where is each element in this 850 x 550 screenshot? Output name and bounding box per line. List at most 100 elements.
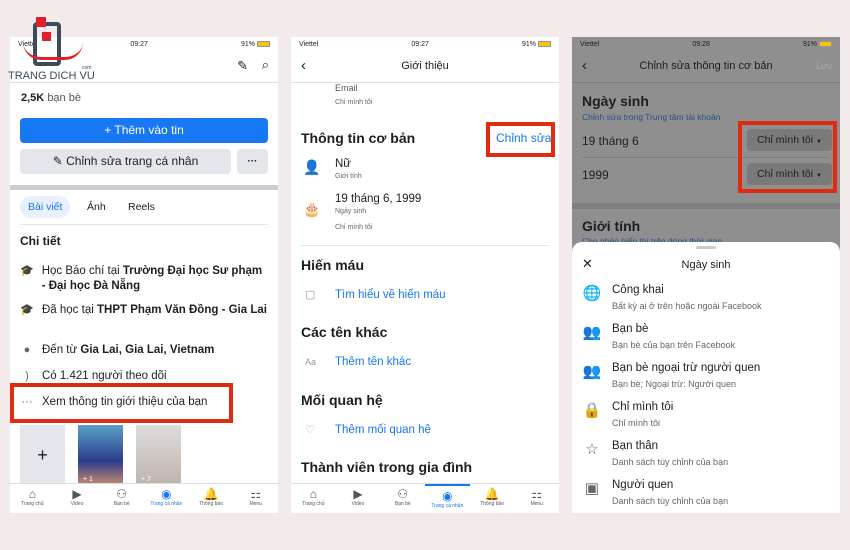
option-close-friends[interactable]: ☆ Bạn thân Danh sách tùy chỉnh của bạn (582, 440, 830, 470)
add-to-story-button[interactable]: + Thêm vào tin (20, 118, 268, 143)
text-aa-icon: Aa (305, 357, 317, 367)
globe-icon: 🌐 (582, 285, 602, 302)
video-icon: ▶ (353, 487, 363, 501)
birthday-cake-icon: 🎂 (303, 201, 321, 217)
pencil-icon[interactable]: ✎ (237, 58, 248, 74)
home-icon: ⌂ (28, 487, 36, 501)
save-button[interactable]: Lưu (816, 61, 832, 71)
panel3-status-time: 09:28 (692, 40, 710, 48)
battery-icon (818, 40, 832, 47)
graduation-cap-icon: 🎓 (20, 265, 34, 277)
element: 2,5K bạn bè (21, 92, 81, 104)
panel3-options-3-desc: Chỉ mình tôi (612, 418, 661, 428)
birthday-title: Ngày sinh (582, 93, 649, 109)
logo-suffix: com (82, 65, 92, 71)
create-story-button[interactable]: + (20, 425, 65, 485)
panel2-nav-5: Menu (530, 501, 543, 507)
relationship-title: Mối quan hệ (301, 392, 383, 408)
panel3-options-0-desc: Bất kỳ ai ở trên hoặc ngoài Facebook (612, 301, 762, 311)
element: Học Báo chí tại Trường Đại học Sư phạm -… (42, 264, 268, 294)
profile-icon: ◉ (161, 487, 172, 501)
panel2-nav-0: Trang chủ (302, 501, 325, 507)
friends-label: bạn bè (47, 92, 81, 104)
story-thumbnail[interactable]: + 7 (136, 425, 181, 485)
nav-video[interactable]: ▶ Video (55, 484, 100, 513)
trang-dich-vu-logo: TRANG DICH VU com (8, 12, 98, 84)
option-friends[interactable]: 👥 Bạn bè Bạn bè của bạn trên Facebook (582, 323, 830, 353)
panel1-story-counts-0: + 1 (83, 476, 93, 483)
element (572, 82, 840, 83)
detail-followers[interactable]: ) Có 1.421 người theo dõi (20, 369, 166, 384)
pencil-icon: ✎ (52, 154, 67, 168)
option-only-me[interactable]: 🔒 Chỉ mình tôi Chỉ mình tôi (582, 401, 830, 431)
story-thumbnail[interactable]: + 1 (78, 425, 123, 485)
menu-grid-icon: ⚏ (531, 487, 543, 501)
other-names-title: Các tên khác (301, 324, 388, 340)
element (10, 185, 278, 190)
panel3-status-carrier: Viettel (580, 40, 600, 48)
person-icon: 👤 (303, 159, 321, 175)
star-icon: ☆ (585, 441, 599, 458)
nav-video[interactable]: ▶ Video (336, 484, 381, 513)
panel3-options-0-label: Công khai (612, 284, 664, 296)
panel3-options-1-label: Bạn bè (612, 323, 649, 335)
panel2-nav-4: Thông báo (480, 501, 504, 507)
drag-handle[interactable] (696, 246, 716, 249)
battery-level: 91% (240, 40, 255, 48)
edit-profile-label: Chỉnh sửa trang cá nhân (66, 154, 199, 168)
nav-notifications[interactable]: 🔔 Thông báo (470, 484, 515, 513)
panel2-status-time: 09:27 (411, 40, 429, 48)
detail-education: 🎓 Học Báo chí tại Trường Đại học Sư phạm … (20, 264, 268, 294)
nav-profile[interactable]: ◉ Trang cá nhân (144, 484, 189, 513)
element: Công khai Bất kỳ ai ở trên hoặc ngoài Fac… (612, 284, 762, 314)
blood-donation-icon: ▢ (305, 289, 316, 301)
more-button[interactable]: ··· (237, 149, 268, 174)
nav-home[interactable]: ⌂ Trang chủ (10, 484, 55, 513)
panel1-details-1-text: Đã học tại (42, 304, 97, 316)
battery-icon (537, 40, 551, 47)
panel1-nav-0: Trang chủ (21, 501, 44, 507)
panel3-options-4-label: Bạn thân (612, 440, 659, 452)
email-privacy: Chỉ mình tôi (335, 99, 373, 106)
add-relationship-link[interactable]: Thêm mối quan hệ (335, 424, 431, 436)
option-acquaintances[interactable]: ▣ Người quen Danh sách tùy chỉnh của bạn (582, 479, 830, 509)
nav-friends[interactable]: ⚇ Bạn bè (99, 484, 144, 513)
nav-menu[interactable]: ⚏ Menu (233, 484, 278, 513)
panel3-options-4-desc: Danh sách tùy chỉnh của bạn (612, 457, 729, 467)
panel1-details-2-bold: Gia Lai, Gia Lai, Vietnam (80, 344, 215, 356)
add-other-name-link[interactable]: Thêm tên khác (335, 356, 411, 368)
search-icon[interactable]: ⌕ (262, 57, 269, 73)
contact-card-icon: ▣ (584, 480, 600, 497)
element (42, 32, 51, 41)
birth-date: 19 tháng 6 (582, 134, 639, 148)
edit-profile-button[interactable]: ✎ Chỉnh sửa trang cá nhân (20, 149, 231, 174)
profile-icon: ◉ (442, 489, 453, 503)
panel1-nav-3: Trang cá nhân (150, 501, 183, 507)
blood-donation-link[interactable]: Tìm hiểu về hiến máu (335, 289, 446, 301)
friends-except-icon: 👥 (582, 363, 602, 380)
accounts-center-link[interactable]: Chỉnh sửa trong Trung tâm tài khoản (582, 112, 720, 122)
battery-icon (256, 40, 270, 47)
nav-menu[interactable]: ⚏ Menu (514, 484, 559, 513)
bell-icon: 🔔 (203, 487, 219, 501)
birth-year: 1999 (582, 168, 609, 182)
element: 91% (522, 41, 551, 48)
tab-photos[interactable]: Ảnh (87, 201, 106, 213)
sheet-title: Ngày sinh (681, 259, 731, 271)
option-public[interactable]: 🌐 Công khai Bất kỳ ai ở trên hoặc ngoài Fa… (582, 284, 830, 314)
family-title: Thành viên trong gia đình (301, 459, 473, 475)
nav-friends[interactable]: ⚇ Bạn bè (380, 484, 425, 513)
tab-posts[interactable]: Bài viết (20, 196, 71, 218)
panel1-nav-2: Bạn bè (113, 501, 130, 507)
nav-profile[interactable]: ◉ Trang cá nhân (425, 484, 470, 513)
nav-home[interactable]: ⌂ Trang chủ (291, 484, 336, 513)
basic-info-title: Thông tin cơ bản (301, 130, 416, 146)
panel2-status-battery: 91% (521, 40, 536, 48)
tab-reels[interactable]: Reels (128, 201, 155, 213)
option-friends-except[interactable]: 👥 Bạn bè ngoại trừ người quen Bạn bè; Ngoạ… (582, 362, 830, 392)
friends-icon: ⚇ (116, 487, 128, 501)
panel1-nav-1: Video (70, 501, 84, 507)
nav-notifications[interactable]: 🔔 Thông báo (189, 484, 234, 513)
element: 91% (803, 41, 832, 48)
friends-icon: ⚇ (397, 487, 409, 501)
